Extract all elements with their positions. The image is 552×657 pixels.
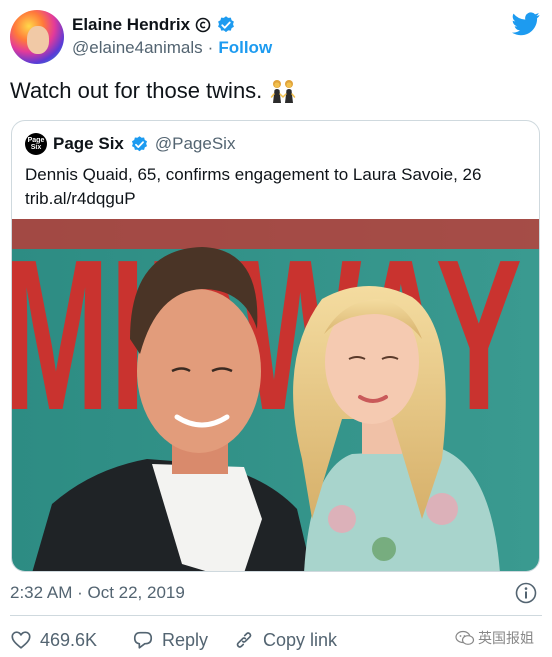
copyright-badge-icon — [195, 17, 211, 33]
twitter-bird-icon[interactable] — [512, 12, 540, 36]
quoted-link[interactable]: trib.al/r4dqguP — [25, 187, 481, 211]
tweet-text: Watch out for those twins. — [10, 78, 263, 103]
divider — [10, 615, 542, 616]
wechat-icon — [455, 630, 475, 645]
watermark: 英国报姐 — [455, 628, 534, 648]
watermark-text: 英国报姐 — [478, 630, 534, 646]
heart-icon — [11, 631, 31, 649]
copy-link-label: Copy link — [263, 629, 338, 650]
author-name-row: Elaine Hendrix — [72, 15, 236, 35]
tweet-text-row: Watch out for those twins. — [10, 78, 296, 104]
like-count: 469.6K — [40, 629, 98, 650]
quoted-handle[interactable]: @PageSix — [155, 134, 236, 154]
reply-button[interactable]: Reply — [132, 629, 233, 651]
avatar-face — [27, 26, 49, 54]
author-handle[interactable]: @elaine4animals — [72, 38, 203, 58]
quoted-tweet-card[interactable]: Page Six Page Six @PageSix Dennis Quaid,… — [11, 120, 540, 572]
photo-backdrop-text: MIDWAY — [12, 219, 522, 455]
tweet-header: Elaine Hendrix @elaine4animals · Follow — [10, 10, 542, 66]
author-handle-row: @elaine4animals · Follow — [72, 38, 272, 58]
follow-link[interactable]: Follow — [218, 38, 272, 58]
quoted-tweet-text: Dennis Quaid, 65, confirms engagement to… — [25, 163, 481, 211]
action-bar: 469.6K Reply Copy link — [10, 626, 337, 654]
handle-separator: · — [207, 38, 214, 57]
copy-link-button[interactable]: Copy link — [233, 629, 337, 651]
quoted-tweet-header: Page Six Page Six @PageSix — [25, 133, 235, 155]
tweet-timestamp[interactable]: 2:32 AM · Oct 22, 2019 — [10, 583, 185, 603]
info-icon[interactable] — [515, 582, 537, 604]
verified-badge-icon — [131, 135, 147, 151]
reply-label: Reply — [162, 629, 209, 650]
verified-badge-icon — [218, 16, 235, 33]
reply-bubble-icon — [133, 631, 153, 649]
author-display-name[interactable]: Elaine Hendrix — [72, 15, 190, 35]
avatar[interactable] — [10, 10, 64, 64]
like-button[interactable]: 469.6K — [10, 629, 132, 651]
quoted-photo[interactable]: MIDWAY — [12, 219, 540, 572]
quoted-text-line: Dennis Quaid, 65, confirms engagement to… — [25, 165, 482, 184]
link-icon — [236, 632, 252, 648]
quoted-display-name[interactable]: Page Six — [53, 134, 124, 154]
page-six-logo[interactable]: Page Six — [25, 133, 47, 155]
twins-emoji-icon — [271, 80, 296, 103]
